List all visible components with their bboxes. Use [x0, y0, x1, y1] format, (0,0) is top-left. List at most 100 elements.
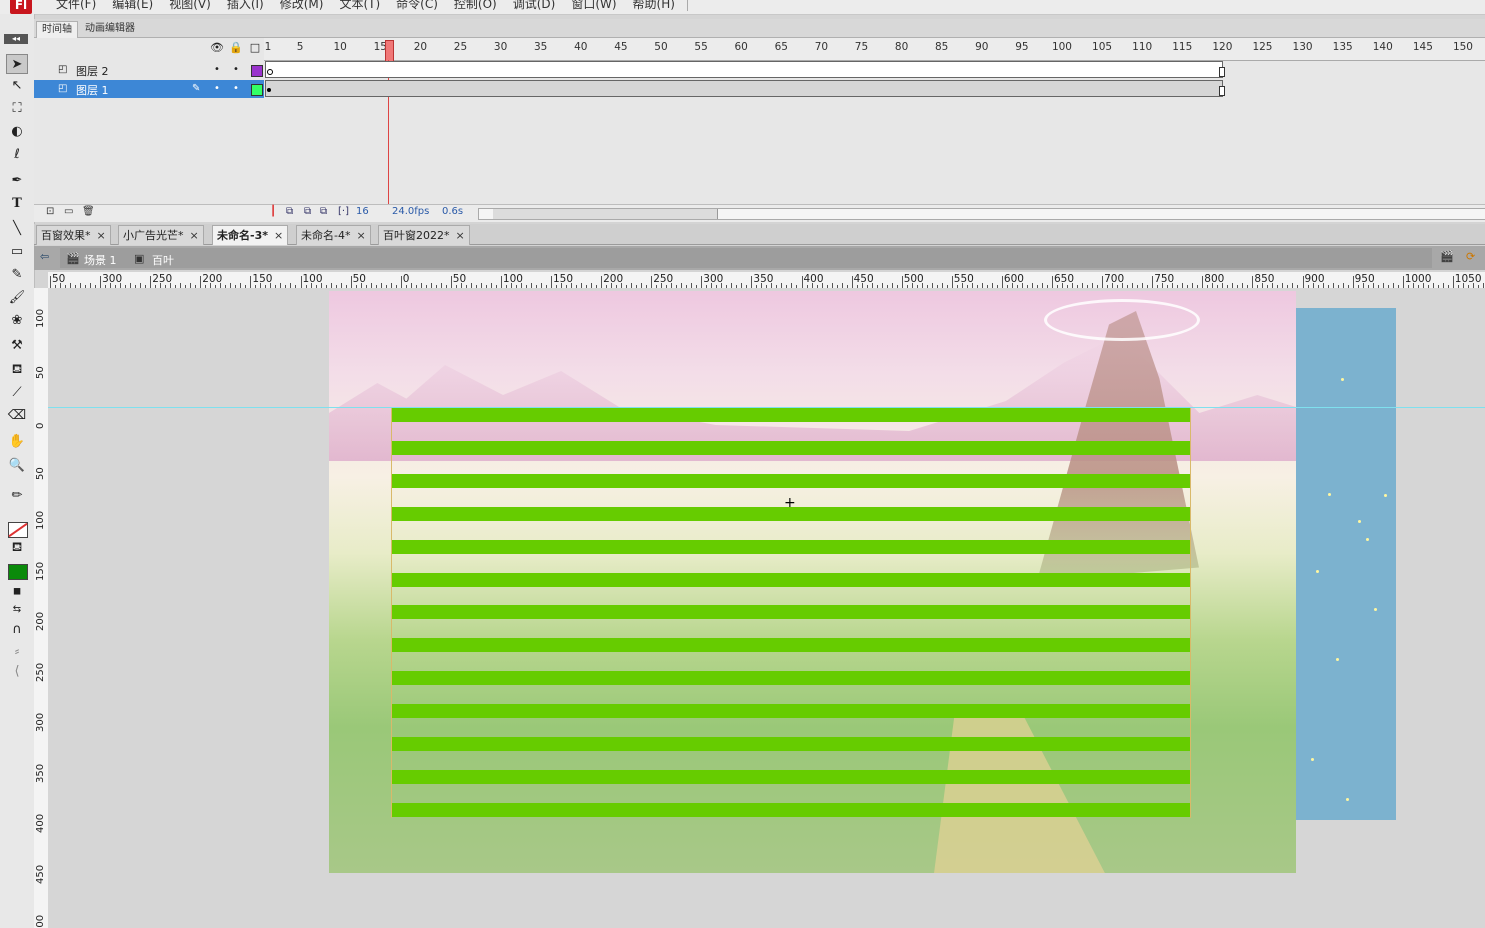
scrollbar-thumb[interactable] — [493, 209, 718, 219]
deco-tool-icon[interactable]: ❀ — [6, 311, 28, 331]
lock-dot[interactable]: • — [233, 83, 239, 94]
eyedropper-tool-icon[interactable]: ⟋ — [6, 383, 28, 403]
blind-slat[interactable] — [391, 802, 1191, 817]
timeline-scrollbar[interactable] — [478, 208, 1485, 220]
close-icon[interactable]: × — [456, 229, 465, 242]
doc-tab[interactable]: 小广告光芒* × — [118, 225, 204, 245]
onion-outline-icon[interactable]: ⧉ — [304, 206, 311, 217]
blind-slat[interactable] — [391, 704, 1191, 719]
layer-row-2[interactable]: ◰ 图层 2 • • — [34, 61, 264, 79]
free-transform-tool-icon[interactable]: ⛶ — [6, 99, 28, 119]
zoom-tool-icon[interactable]: 🔍 — [6, 456, 28, 476]
menu-item[interactable]: 修改(M) — [272, 0, 332, 13]
close-icon[interactable]: × — [190, 229, 199, 242]
new-folder-icon[interactable]: ▭ — [64, 206, 73, 217]
layer-outline-color[interactable] — [251, 65, 263, 77]
pencil-tool-icon[interactable]: ✎ — [6, 265, 28, 285]
frames-layer-1[interactable] — [264, 80, 1485, 98]
lock-icon[interactable]: 🔒 — [229, 42, 243, 54]
frames-layer-2[interactable] — [264, 61, 1485, 79]
blinds-symbol[interactable] — [391, 408, 1191, 818]
rectangle-tool-icon[interactable]: ▭ — [6, 242, 28, 262]
eye-icon[interactable]: 👁 — [210, 42, 224, 54]
straighten-icon[interactable]: ⟨ — [6, 662, 28, 682]
blank-keyframe[interactable] — [267, 69, 273, 75]
edit-symbol-icon[interactable]: ⟳ — [1466, 250, 1475, 263]
stage[interactable]: + — [329, 291, 1296, 873]
blind-slat[interactable] — [391, 769, 1191, 784]
playhead[interactable] — [385, 40, 394, 62]
lock-dot[interactable]: • — [233, 64, 239, 75]
visibility-dot[interactable]: • — [214, 83, 220, 94]
blind-slat[interactable] — [391, 638, 1191, 653]
tab-timeline[interactable]: 时间轴 — [36, 21, 78, 38]
blind-slat[interactable] — [391, 605, 1191, 620]
close-icon[interactable]: × — [274, 229, 283, 242]
brush-tool-icon[interactable]: 🖌 — [6, 288, 28, 308]
eraser-tool-icon[interactable]: ⌫ — [6, 406, 28, 426]
back-arrow-icon[interactable]: ⇦ — [40, 250, 49, 263]
breadcrumb-symbol[interactable]: 百叶 — [152, 252, 174, 268]
text-tool-icon[interactable]: T — [6, 194, 28, 214]
frame-span[interactable] — [265, 80, 1223, 97]
center-frame-icon[interactable]: ┃ — [270, 206, 276, 217]
3d-rotation-tool-icon[interactable]: ◐ — [6, 122, 28, 142]
blind-slat[interactable] — [391, 408, 1191, 422]
pasteboard[interactable]: + — [48, 288, 1485, 928]
tab-motion-editor[interactable]: 动画编辑器 — [80, 21, 140, 37]
layer-outline-color[interactable] — [251, 84, 263, 96]
edit-multiple-icon[interactable]: ⧉ — [320, 206, 327, 217]
current-frame[interactable]: 16 — [356, 206, 369, 217]
onion-markers-icon[interactable]: [·] — [338, 206, 349, 217]
menu-item[interactable]: 控制(O) — [446, 0, 505, 13]
guide-line[interactable] — [48, 407, 1485, 408]
visibility-dot[interactable]: • — [214, 64, 220, 75]
blind-slat[interactable] — [391, 473, 1191, 488]
menu-item[interactable]: 文本(T) — [331, 0, 388, 13]
hand-tool-icon[interactable]: ✋ — [6, 432, 28, 452]
pen-tool-icon[interactable]: ✒ — [6, 171, 28, 191]
snap-magnet-icon[interactable]: ∩ — [6, 620, 28, 640]
blind-slat[interactable] — [391, 737, 1191, 751]
doc-tab[interactable]: 未命名-3* × — [212, 225, 289, 245]
frame-rate[interactable]: 24.0fps — [392, 206, 429, 217]
blind-slat[interactable] — [391, 671, 1191, 686]
offstage-image[interactable] — [1296, 308, 1396, 820]
line-tool-icon[interactable]: ╲ — [6, 219, 28, 239]
doc-tab[interactable]: 未命名-4* × — [296, 225, 371, 245]
subselection-tool-icon[interactable]: ↖ — [6, 76, 28, 96]
menu-item[interactable]: 编辑(E) — [104, 0, 161, 13]
selection-tool-icon[interactable]: ➤ — [6, 54, 28, 74]
edit-scene-icon[interactable]: 🎬 — [1440, 250, 1454, 263]
stroke-color-swatch[interactable] — [8, 522, 28, 538]
blind-slat[interactable] — [391, 539, 1191, 554]
doc-tab[interactable]: 百叶窗2022* × — [378, 225, 470, 245]
close-icon[interactable]: × — [97, 229, 106, 242]
blind-slat[interactable] — [391, 440, 1191, 455]
new-layer-icon[interactable]: ⊡ — [46, 206, 54, 217]
menu-item[interactable]: 帮助(H) — [625, 0, 683, 13]
delete-layer-icon[interactable]: 🗑 — [82, 206, 95, 217]
breadcrumb-scene[interactable]: 场景 1 — [84, 252, 117, 268]
smooth-icon[interactable]: ⸗ — [6, 642, 28, 662]
layer-row-1[interactable]: ◰ 图层 1 ✎ • • — [34, 80, 264, 98]
collapse-panel-icon[interactable]: ◂◂ — [4, 34, 28, 44]
fill-color-swatch[interactable] — [8, 564, 28, 580]
outline-icon[interactable]: □ — [249, 42, 261, 54]
menu-item[interactable]: 文件(F) — [48, 0, 104, 13]
swap-colors-icon[interactable]: ⇆ — [6, 600, 28, 620]
menu-item[interactable]: 命令(C) — [388, 0, 446, 13]
menu-item[interactable]: 窗口(W) — [563, 0, 624, 13]
close-icon[interactable]: × — [356, 229, 365, 242]
menu-item[interactable]: 调试(D) — [505, 0, 564, 13]
black-white-icon[interactable]: ◼ — [6, 582, 28, 602]
blind-slat[interactable] — [391, 572, 1191, 587]
keyframe[interactable] — [267, 88, 271, 92]
lasso-tool-icon[interactable]: ℓ — [6, 145, 28, 165]
paint-bucket-tool-icon[interactable]: ⛾ — [6, 360, 28, 380]
menu-item[interactable]: 视图(V) — [161, 0, 219, 13]
menu-item[interactable]: 插入(I) — [219, 0, 272, 13]
doc-tab[interactable]: 百窗效果* × — [36, 225, 111, 245]
frame-ruler[interactable]: 1 5 10 15 20 25 30 35 40 45 50 55 60 65 70 75 80 85 90 95 10… — [264, 38, 1485, 61]
bone-tool-icon[interactable]: ⚒ — [6, 336, 28, 356]
